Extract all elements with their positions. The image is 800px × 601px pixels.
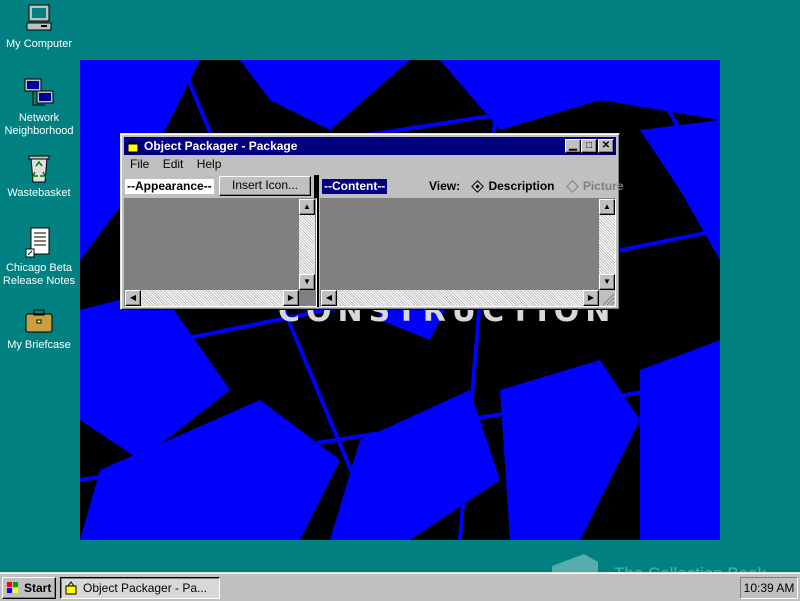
arrow-down-icon: ▼	[303, 277, 311, 286]
desktop-icon-wastebasket[interactable]: Wastebasket	[0, 152, 78, 200]
maximize-button[interactable]: □	[581, 139, 597, 153]
view-description-label: Description	[488, 179, 555, 193]
radio-unselected-icon	[565, 180, 579, 194]
desktop-icon-my-briefcase[interactable]: My Briefcase	[0, 304, 78, 352]
recycle-bin-icon	[23, 152, 55, 184]
menu-help[interactable]: Help	[192, 156, 227, 172]
arrow-left-icon: ◀	[129, 293, 137, 302]
view-picture-label: Picture	[582, 179, 624, 193]
taskbar-object-packager[interactable]: Object Packager - Pa...	[60, 577, 220, 599]
maximize-icon: □	[585, 140, 593, 151]
close-icon: ✕	[601, 140, 611, 151]
window-title: Object Packager - Package	[144, 139, 298, 153]
minimize-icon: ▁	[569, 140, 577, 151]
task-label: Object Packager - Pa...	[83, 581, 208, 595]
packager-icon	[127, 139, 139, 153]
desktop-icon-my-computer[interactable]: My Computer	[0, 3, 78, 51]
view-options: View: Description Picture	[429, 179, 624, 194]
resize-grip-icon[interactable]	[599, 290, 615, 306]
system-tray-clock[interactable]: 10:39 AM	[740, 577, 798, 599]
computer-icon	[23, 3, 55, 35]
desktop-icon-label: My Briefcase	[7, 339, 71, 351]
packager-icon	[65, 581, 77, 595]
arrow-left-icon: ◀	[325, 293, 333, 302]
desktop-icon-label: Network Neighborhood	[4, 112, 74, 137]
view-description-radio[interactable]: Description	[471, 179, 555, 194]
windows-logo-icon	[7, 582, 18, 593]
object-packager-window[interactable]: Object Packager - Package ▁ □ ✕ File Edi…	[120, 133, 624, 310]
briefcase-icon	[23, 304, 55, 336]
content-label: --Content--	[322, 179, 388, 194]
title-bar[interactable]: Object Packager - Package ▁ □ ✕	[124, 137, 616, 155]
scroll-down-button[interactable]: ▼	[599, 274, 615, 290]
view-picture-radio[interactable]: Picture	[565, 179, 624, 194]
scroll-right-button[interactable]: ▶	[283, 290, 299, 306]
arrow-up-icon: ▲	[603, 202, 611, 211]
scroll-down-button[interactable]: ▼	[299, 274, 315, 290]
arrow-down-icon: ▼	[603, 277, 611, 286]
appearance-vscroll[interactable]: ▲ ▼	[299, 199, 315, 290]
desktop-icon-label: Chicago Beta Release Notes	[2, 262, 76, 287]
view-label: View:	[429, 179, 461, 193]
arrow-right-icon: ▶	[287, 293, 295, 302]
insert-icon-button[interactable]: Insert Icon...	[219, 176, 311, 196]
content-vscroll[interactable]: ▲ ▼	[599, 199, 615, 290]
appearance-label: --Appearance--	[125, 179, 214, 194]
content-hscroll[interactable]: ◀ ▶	[321, 290, 599, 306]
scroll-right-button[interactable]: ▶	[583, 290, 599, 306]
desktop-icon-release-notes[interactable]: Chicago Beta Release Notes	[0, 227, 78, 288]
menu-edit[interactable]: Edit	[158, 156, 189, 172]
arrow-up-icon: ▲	[303, 202, 311, 211]
taskbar: Start Object Packager - Pa... 10:39 AM	[0, 572, 800, 601]
scroll-up-button[interactable]: ▲	[599, 199, 615, 215]
start-label: Start	[24, 581, 52, 595]
radio-selected-icon	[471, 180, 485, 194]
close-button[interactable]: ✕	[598, 139, 614, 153]
desktop-icon-network-neighborhood[interactable]: Network Neighborhood	[0, 77, 78, 138]
menu-file[interactable]: File	[125, 156, 154, 172]
desktop-icon-label: Wastebasket	[7, 187, 71, 199]
menu-bar: File Edit Help	[125, 156, 226, 174]
scroll-up-button[interactable]: ▲	[299, 199, 315, 215]
minimize-button[interactable]: ▁	[565, 139, 581, 153]
start-button[interactable]: Start	[2, 577, 56, 599]
document-icon	[23, 227, 55, 259]
network-icon	[23, 77, 55, 109]
desktop-icon-label: My Computer	[5, 38, 73, 50]
appearance-hscroll[interactable]: ◀ ▶	[125, 290, 299, 306]
arrow-right-icon: ▶	[587, 293, 595, 302]
scroll-left-button[interactable]: ◀	[125, 290, 141, 306]
scroll-left-button[interactable]: ◀	[321, 290, 337, 306]
